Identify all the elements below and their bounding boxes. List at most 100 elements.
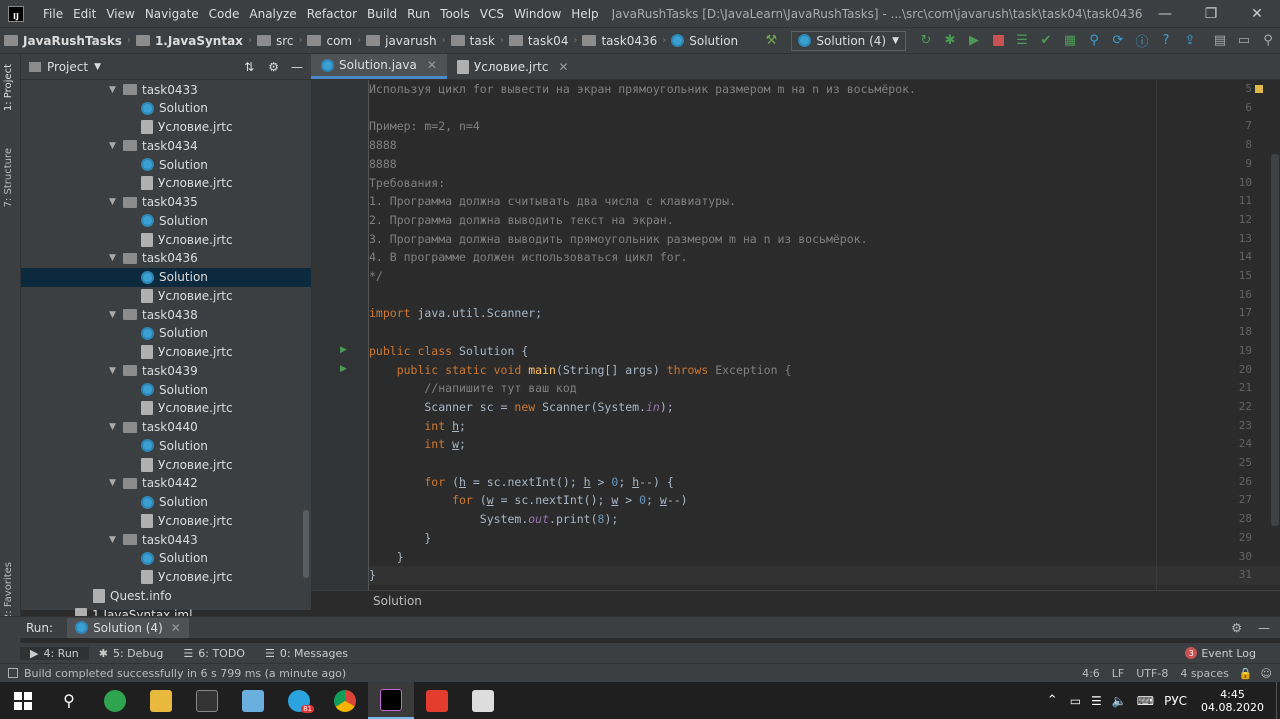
crumb-src[interactable]: src <box>253 34 298 48</box>
search-icon[interactable]: ⚲ <box>46 682 92 719</box>
hide-panel-icon[interactable]: — <box>291 60 303 74</box>
menu-navigate[interactable]: Navigate <box>140 7 204 21</box>
help-icon[interactable]: ? <box>1156 31 1176 51</box>
search-icon[interactable]: ⚲ <box>1084 31 1104 51</box>
minimize-icon[interactable]: — <box>1142 6 1188 22</box>
tree-folder[interactable]: ▼ task0433 <box>21 80 311 99</box>
telegram-icon[interactable]: 81 <box>276 682 322 719</box>
code-line[interactable]: } <box>369 568 376 582</box>
tree-file-solution[interactable]: Solution <box>21 493 311 512</box>
close-tab-icon[interactable]: ✕ <box>171 621 181 635</box>
tree-file-solution[interactable]: Solution <box>21 211 311 230</box>
restore-icon[interactable]: ❐ <box>1188 6 1234 22</box>
chevron-down-icon[interactable]: ▼ <box>109 366 119 376</box>
gear-icon[interactable]: ⚙ <box>268 60 279 74</box>
tree-folder[interactable]: ▼ task0439 <box>21 361 311 380</box>
tree-folder[interactable]: ▼ task0438 <box>21 305 311 324</box>
tab-run[interactable]: ▶ 4: Run <box>20 646 89 660</box>
tab-messages[interactable]: ☰ 0: Messages <box>255 647 358 660</box>
tree-file-solution[interactable]: Solution <box>21 436 311 455</box>
app-green-icon[interactable] <box>92 682 138 719</box>
close-tab-icon[interactable]: ✕ <box>427 58 437 72</box>
structure-tool-tab[interactable]: 7: Structure <box>3 148 14 207</box>
code-line[interactable]: System.out.print(8); <box>369 512 619 526</box>
caret-position[interactable]: 4:6 <box>1082 667 1100 680</box>
menu-tools[interactable]: Tools <box>435 7 475 21</box>
close-icon[interactable]: ✕ <box>1234 6 1280 22</box>
editor-scrollbar[interactable] <box>1271 154 1279 526</box>
tree-file-uslovie[interactable]: Условие.jrtc <box>21 118 311 137</box>
list-icon[interactable]: ☰ <box>1012 31 1032 51</box>
chevron-down-icon[interactable]: ▼ <box>109 253 119 263</box>
code-line[interactable]: */ <box>369 269 383 283</box>
window-icon[interactable]: ▭ <box>1234 31 1254 51</box>
pdf-reader-icon[interactable] <box>414 682 460 719</box>
close-tab-icon[interactable]: ✕ <box>558 60 568 74</box>
volume-icon[interactable]: 🔈 <box>1112 694 1127 708</box>
inspector-icon[interactable]: ☺ <box>1261 667 1272 680</box>
crumb-project[interactable]: JavaRushTasks <box>0 34 126 48</box>
menu-vcs[interactable]: VCS <box>475 7 509 21</box>
rerun-icon[interactable]: ↻ <box>916 31 936 51</box>
menu-code[interactable]: Code <box>204 7 245 21</box>
menu-edit[interactable]: Edit <box>68 7 101 21</box>
code-line[interactable]: } <box>369 531 431 545</box>
terminal-icon[interactable] <box>184 682 230 719</box>
menu-refactor[interactable]: Refactor <box>302 7 362 21</box>
tree-folder[interactable]: ▼ task0442 <box>21 474 311 493</box>
tree-file-uslovie[interactable]: Условие.jrtc <box>21 286 311 305</box>
input-language[interactable]: РУС <box>1164 694 1187 708</box>
chrome-icon[interactable] <box>322 682 368 719</box>
upload-icon[interactable]: ⇪ <box>1180 31 1200 51</box>
menu-build[interactable]: Build <box>362 7 402 21</box>
tree-scrollbar[interactable] <box>303 510 309 578</box>
editor-breadcrumb[interactable]: Solution <box>311 590 1280 610</box>
warning-marker-icon[interactable] <box>1255 85 1263 93</box>
tree-file-uslovie[interactable]: Условие.jrtc <box>21 399 311 418</box>
chevron-down-icon[interactable]: ▼ <box>109 478 119 488</box>
tray-chevron-icon[interactable]: ⌃ <box>1047 693 1058 708</box>
tree-file-uslovie[interactable]: Условие.jrtc <box>21 343 311 362</box>
code-line[interactable]: import java.util.Scanner; <box>369 306 542 320</box>
collapse-all-icon[interactable]: ⇅ <box>244 60 254 74</box>
menu-help[interactable]: Help <box>566 7 603 21</box>
tree-folder[interactable]: ▼ task0440 <box>21 418 311 437</box>
code-line[interactable]: } <box>369 550 404 564</box>
code-line[interactable]: Используя цикл for вывести на экран прям… <box>369 82 916 96</box>
notes-app-icon[interactable] <box>230 682 276 719</box>
tree-file-solution[interactable]: Solution <box>21 99 311 118</box>
menu-run[interactable]: Run <box>402 7 435 21</box>
tab-todo[interactable]: ☰ 6: TODO <box>173 647 255 660</box>
tree-file-solution[interactable]: Solution <box>21 155 311 174</box>
project-tool-tab[interactable]: 1: Project <box>3 64 14 111</box>
code-line[interactable]: for (w = sc.nextInt(); w > 0; w--) <box>369 493 688 507</box>
code-line[interactable]: int h; <box>369 419 466 433</box>
file-explorer-icon[interactable] <box>138 682 184 719</box>
stop-icon[interactable] <box>988 31 1008 51</box>
crumb-com[interactable]: com <box>303 34 356 48</box>
tree-file-solution[interactable]: Solution <box>21 380 311 399</box>
coverage-icon[interactable]: ▶ <box>964 31 984 51</box>
debug-bug-icon[interactable]: ✱ <box>940 31 960 51</box>
tree-file[interactable]: Quest.info <box>21 586 311 605</box>
crumb-task0436[interactable]: task0436 <box>578 34 661 48</box>
crumb-module[interactable]: 1.JavaSyntax <box>132 34 247 48</box>
event-log-button[interactable]: 3 Event Log <box>1175 647 1266 660</box>
run-gutter-icon[interactable]: ▶ <box>340 345 347 355</box>
status-message[interactable]: Build completed successfully in 6 s 799 … <box>24 667 346 680</box>
chevron-down-icon[interactable]: ▼ <box>109 535 119 545</box>
code-line[interactable]: Требования: <box>369 176 445 190</box>
run-tab-solution[interactable]: Solution (4) ✕ <box>67 617 189 638</box>
search-everywhere-icon[interactable]: ⚲ <box>1258 31 1278 51</box>
check-icon[interactable]: ✔ <box>1036 31 1056 51</box>
run-gutter-icon[interactable]: ▶ <box>340 364 347 374</box>
battery-icon[interactable]: ▭ <box>1070 694 1081 708</box>
file-encoding[interactable]: UTF-8 <box>1136 667 1168 680</box>
info-icon[interactable]: ⓘ <box>1132 31 1152 51</box>
tree-folder[interactable]: ▼ task0435 <box>21 193 311 212</box>
tree-folder[interactable]: ▼ task0434 <box>21 136 311 155</box>
crumb-solution[interactable]: Solution <box>667 34 742 48</box>
chevron-down-icon[interactable]: ▼ <box>94 62 101 72</box>
crumb-task04[interactable]: task04 <box>505 34 573 48</box>
favorites-tool-tab[interactable]: 2: Favorites <box>3 562 14 620</box>
